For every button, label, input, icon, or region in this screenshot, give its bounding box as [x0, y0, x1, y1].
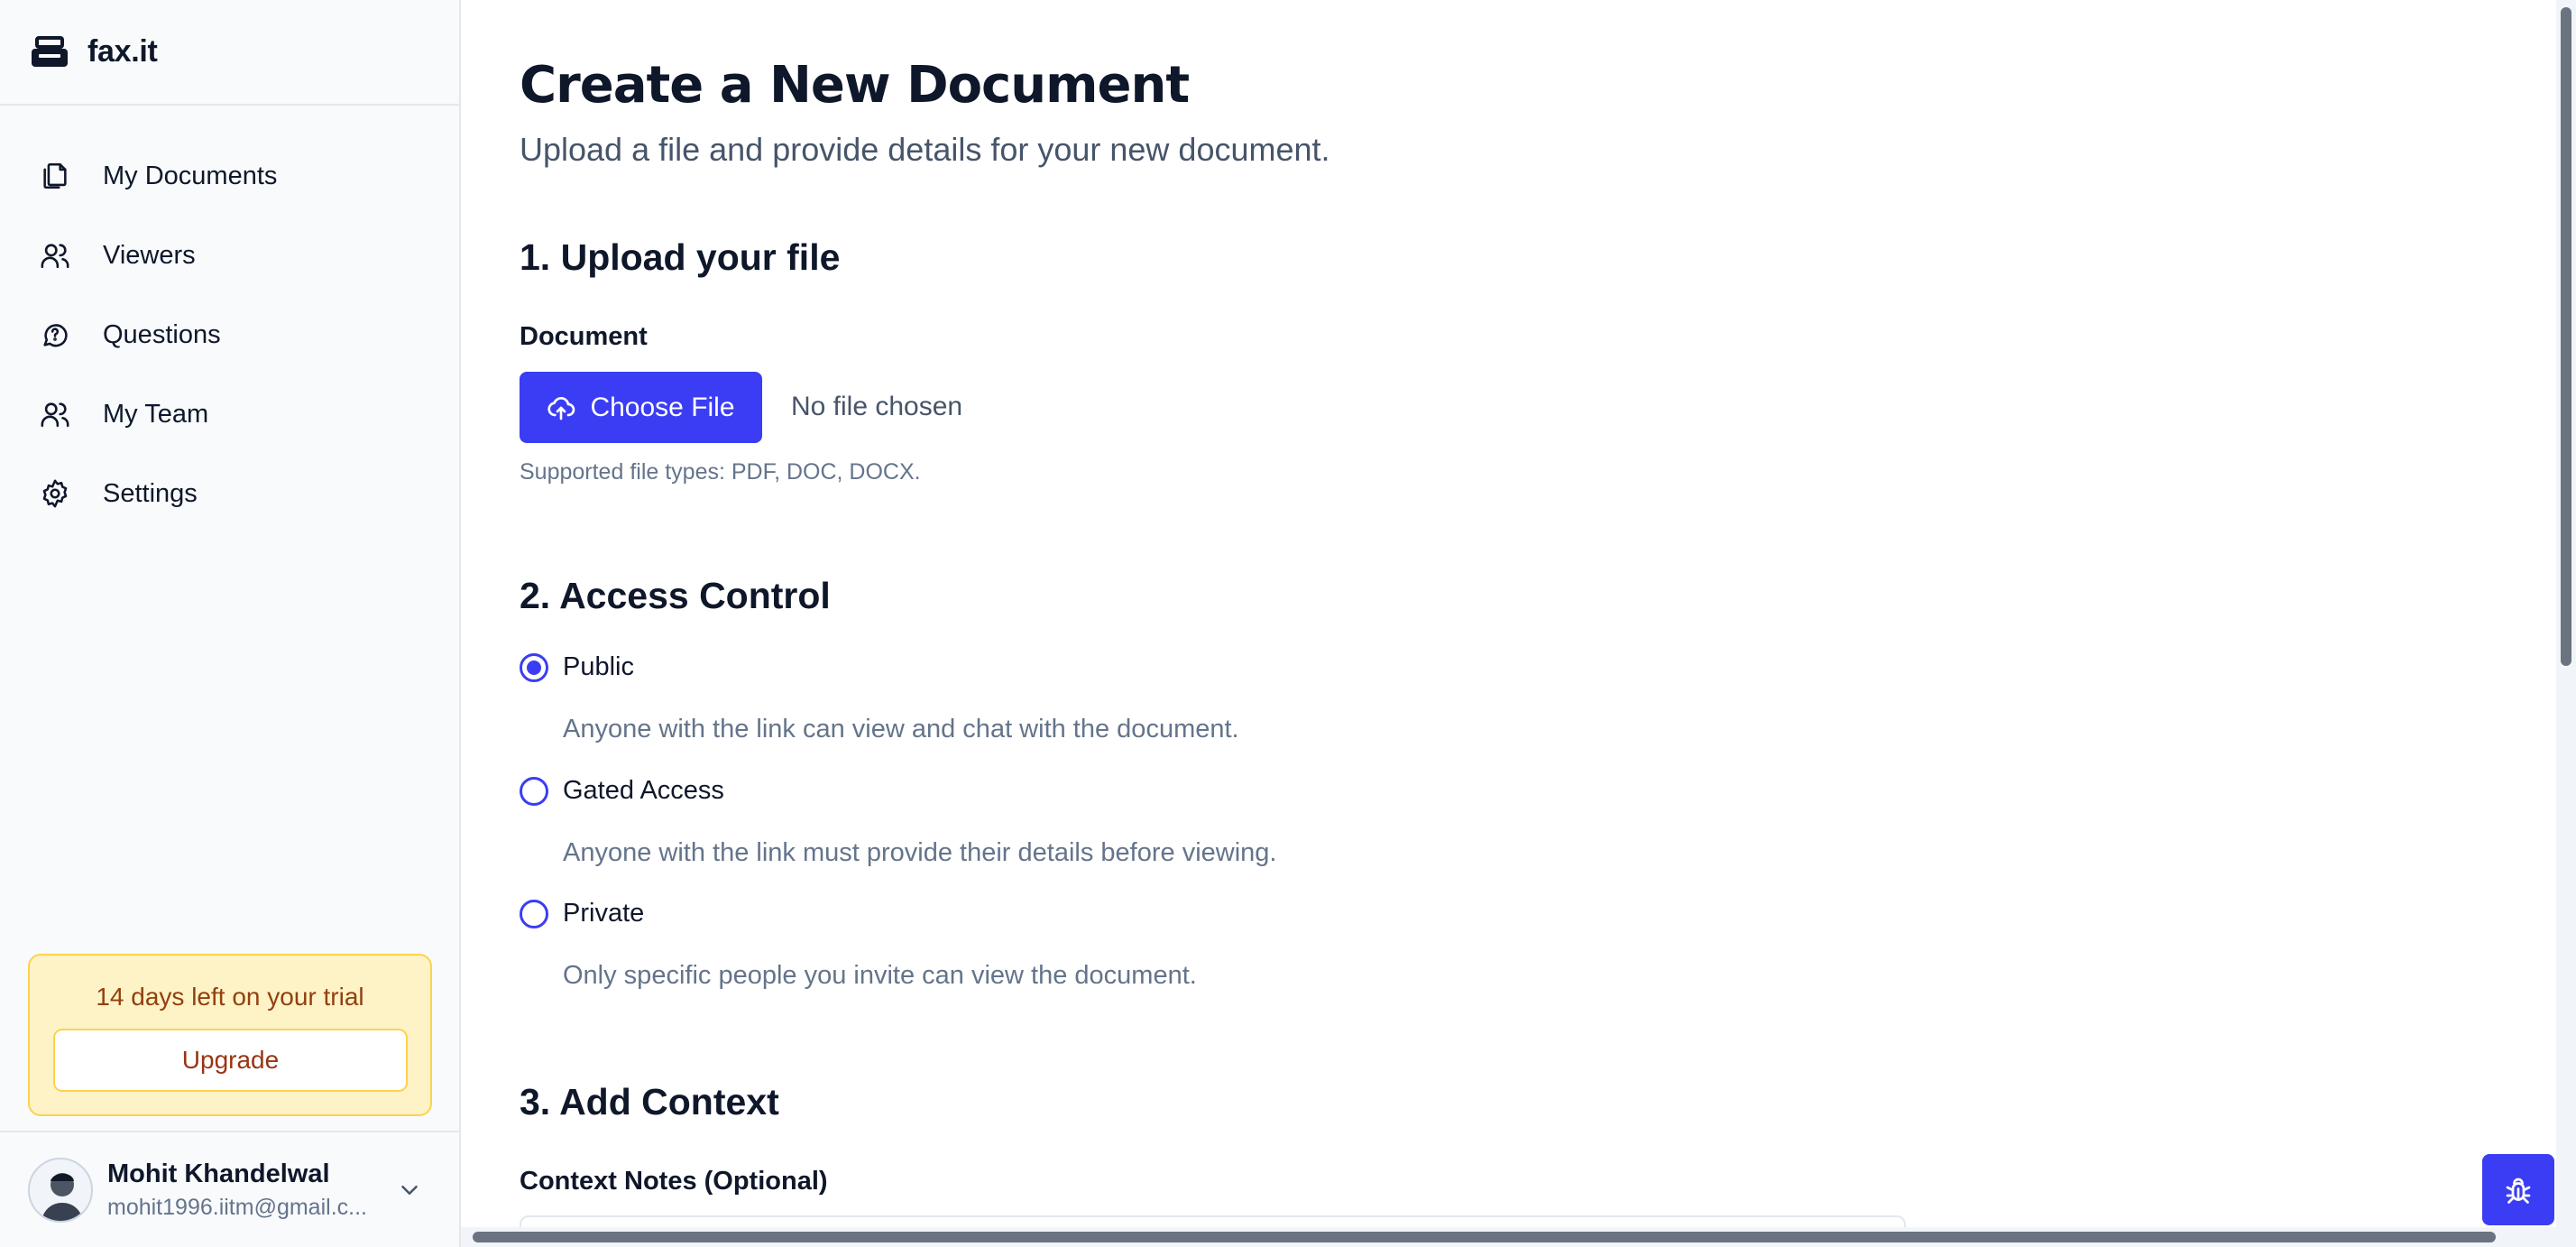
- horizontal-scrollbar[interactable]: [461, 1227, 2556, 1247]
- sidebar-item-label: My Team: [103, 399, 209, 429]
- chat-question-icon: [43, 324, 68, 347]
- sidebar-item-label: Viewers: [103, 240, 196, 270]
- trial-text: 14 days left on your trial: [96, 983, 364, 1011]
- file-status: No file chosen: [791, 392, 963, 421]
- user-name: Mohit Khandelwal: [107, 1159, 330, 1188]
- context-notes-label: Context Notes (Optional): [520, 1167, 828, 1196]
- cloud-upload-icon: [547, 396, 575, 420]
- brand-name: fax.it: [87, 34, 158, 69]
- user-email: mohit1996.iitm@gmail.c...: [107, 1194, 367, 1220]
- choose-file-button[interactable]: Choose File: [520, 372, 762, 443]
- sidebar-item-viewers[interactable]: Viewers: [40, 216, 459, 295]
- radio-button[interactable]: [520, 776, 548, 806]
- users-icon: [41, 244, 69, 269]
- gear-icon: [42, 479, 68, 508]
- file-types-hint: Supported file types: PDF, DOC, DOCX.: [520, 459, 921, 485]
- radio-label: Public: [563, 652, 634, 681]
- choose-file-label: Choose File: [590, 392, 735, 422]
- bug-report-button[interactable]: [2482, 1154, 2554, 1225]
- radio-gated-access[interactable]: Gated Access: [520, 776, 724, 806]
- upload-heading: 1. Upload your file: [520, 236, 841, 278]
- sidebar-item-questions[interactable]: Questions: [40, 295, 459, 374]
- access-heading: 2. Access Control: [520, 575, 831, 616]
- radio-description: Only specific people you invite can view…: [563, 961, 1197, 990]
- chevron-down-icon[interactable]: [396, 1177, 423, 1204]
- radio-description: Anyone with the link must provide their …: [563, 838, 1277, 867]
- fax-logo-icon: [32, 35, 68, 67]
- radio-private[interactable]: Private: [520, 899, 644, 928]
- scrollbar-thumb[interactable]: [473, 1232, 2496, 1242]
- radio-public[interactable]: Public: [520, 652, 634, 682]
- sidebar-item-my-team[interactable]: My Team: [40, 374, 459, 454]
- sidebar-item-label: Questions: [103, 319, 221, 349]
- sidebar-nav: My Documents Viewers Questions My Team S…: [0, 106, 459, 533]
- page-title: Create a New Document: [520, 56, 1190, 115]
- sidebar-item-label: My Documents: [103, 161, 278, 190]
- trial-banner: 14 days left on your trial Upgrade: [28, 954, 432, 1116]
- sidebar-item-label: Settings: [103, 478, 198, 508]
- page-subtitle: Upload a file and provide details for yo…: [520, 131, 1330, 168]
- sidebar-item-my-documents[interactable]: My Documents: [40, 136, 459, 216]
- radio-description: Anyone with the link can view and chat w…: [563, 715, 1239, 744]
- radio-button[interactable]: [520, 899, 548, 928]
- vertical-scrollbar[interactable]: [2556, 0, 2576, 1247]
- radio-button[interactable]: [520, 652, 548, 682]
- brand[interactable]: fax.it: [0, 0, 459, 106]
- avatar: [28, 1157, 93, 1223]
- document-label: Document: [520, 322, 648, 351]
- radio-label: Gated Access: [563, 776, 724, 805]
- upgrade-button[interactable]: Upgrade: [53, 1029, 408, 1092]
- context-heading: 3. Add Context: [520, 1081, 779, 1122]
- team-icon: [41, 402, 69, 428]
- scrollbar-thumb[interactable]: [2561, 7, 2571, 666]
- user-menu[interactable]: Mohit Khandelwal mohit1996.iitm@gmail.c.…: [0, 1131, 459, 1247]
- documents-icon: [43, 162, 67, 189]
- user-info: Mohit Khandelwal mohit1996.iitm@gmail.c.…: [107, 1159, 396, 1221]
- bug-icon: [2506, 1178, 2531, 1204]
- radio-label: Private: [563, 899, 645, 928]
- sidebar-item-settings[interactable]: Settings: [40, 454, 459, 533]
- avatar-photo-icon: [30, 1159, 91, 1221]
- sidebar: fax.it My Documents Viewers Questions My…: [0, 0, 461, 1247]
